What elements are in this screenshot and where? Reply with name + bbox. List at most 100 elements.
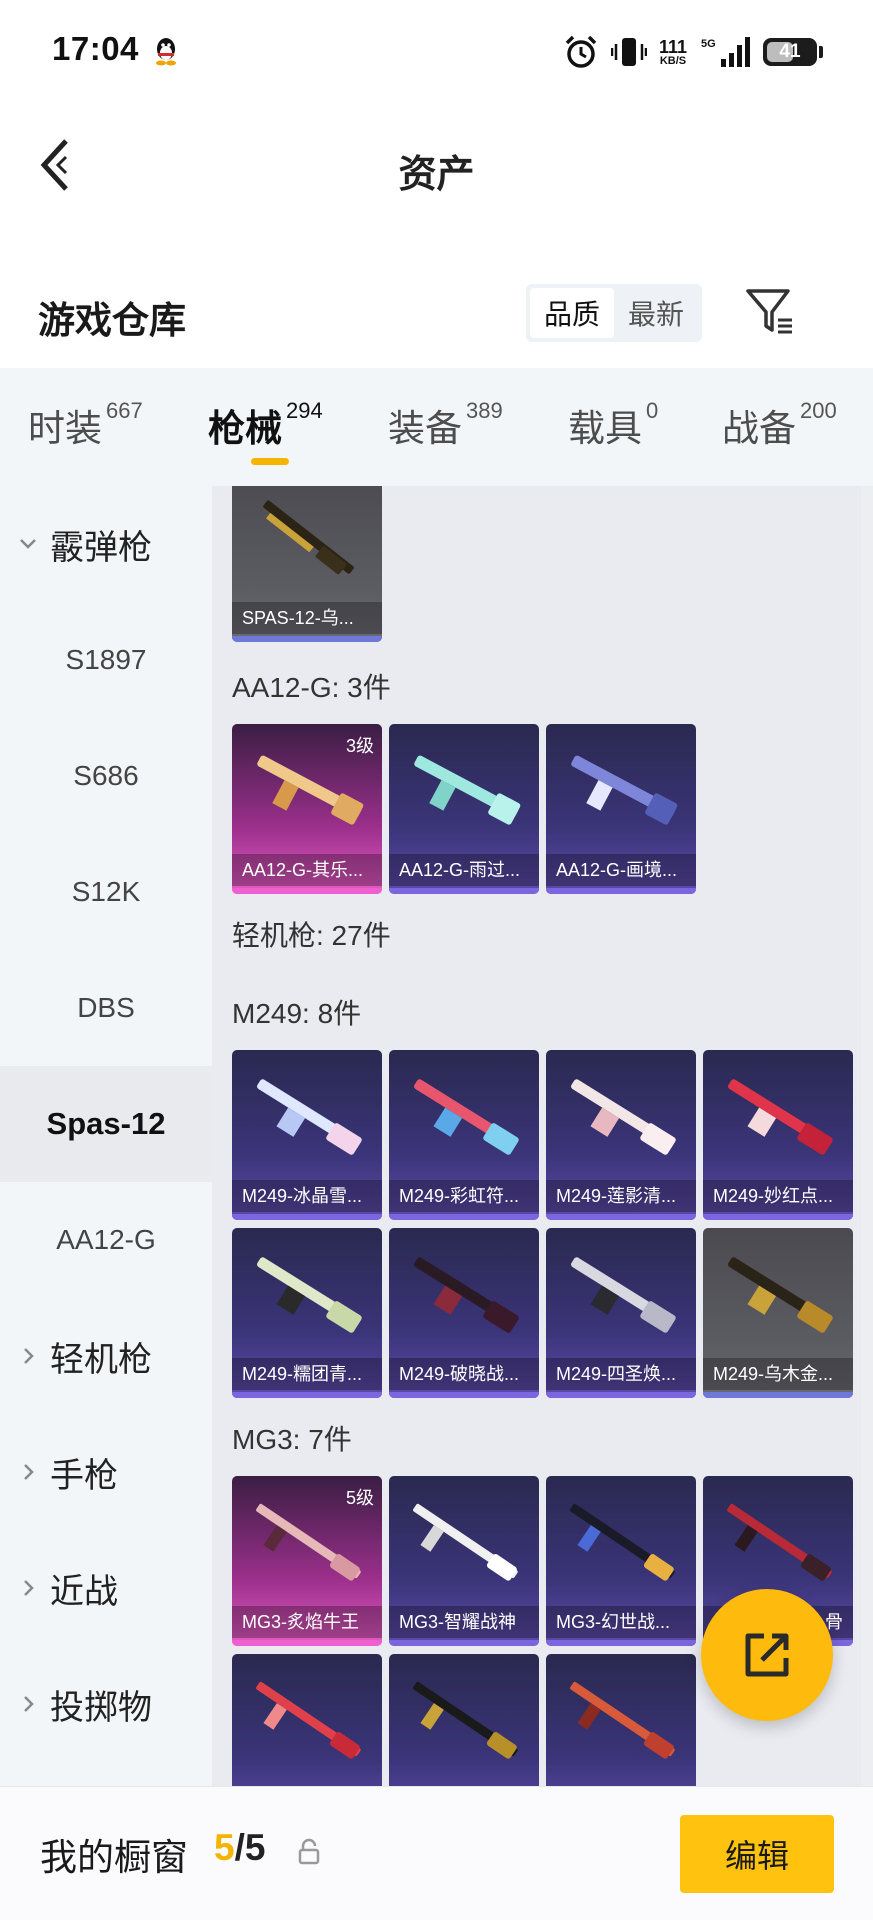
weapon-thumbnail-icon bbox=[728, 1257, 833, 1333]
tab-firearms[interactable]: 枪械 294 bbox=[208, 398, 323, 452]
weapon-thumbnail-icon bbox=[263, 500, 354, 575]
tab-count: 0 bbox=[646, 398, 659, 423]
weapon-card[interactable]: MG3-智耀战神 bbox=[389, 1476, 539, 1646]
weapon-card[interactable]: MG3-幻世战... bbox=[546, 1476, 696, 1646]
tab-war-supplies[interactable]: 战备 200 bbox=[722, 398, 837, 452]
weapon-card[interactable]: M249-莲影清... bbox=[546, 1050, 696, 1220]
category-tabs: 时装 667 枪械 294 装备 389 载具 0 战备 200 bbox=[0, 368, 873, 486]
sidebar-item-spas12[interactable]: Spas-12 bbox=[0, 1066, 212, 1182]
weapon-name: AA12-G-画境... bbox=[546, 854, 696, 886]
group-label-lmg: 轻机枪: 27件 bbox=[232, 920, 391, 951]
sidebar-group-shotgun[interactable]: 霰弹枪 bbox=[0, 486, 212, 602]
weapon-card[interactable] bbox=[389, 1654, 539, 1786]
sidebar-item-dbs[interactable]: DBS bbox=[0, 950, 212, 1066]
status-bar: 17:04 111 KB/S 5G 41 bbox=[0, 0, 873, 105]
tab-count: 667 bbox=[106, 398, 143, 423]
weapon-name: AA12-G-其乐... bbox=[232, 854, 382, 886]
battery-level: 41 bbox=[779, 41, 801, 62]
alarm-icon bbox=[565, 35, 597, 68]
tab-equipment[interactable]: 装备 389 bbox=[388, 398, 503, 452]
tab-label: 战备 bbox=[722, 408, 796, 449]
share-icon bbox=[745, 1633, 789, 1677]
tab-vehicles[interactable]: 载具 0 bbox=[568, 398, 658, 452]
weapon-card[interactable]: 5级 MG3-炙焰牛王 bbox=[232, 1476, 382, 1646]
weapon-category-sidebar: 霰弹枪 S1897 S686 S12K DBS Spas-12 AA12-G 轻… bbox=[0, 486, 212, 1786]
vibrate-icon bbox=[610, 38, 647, 66]
weapon-card[interactable]: M249-四圣焕... bbox=[546, 1228, 696, 1398]
chevron-right-icon bbox=[24, 1348, 34, 1364]
weapon-card[interactable]: M249-破晓战... bbox=[389, 1228, 539, 1398]
net-speed-value: 111 bbox=[658, 36, 687, 57]
sidebar-group-throwables[interactable]: 投掷物 bbox=[0, 1646, 212, 1762]
sidebar-item-s686[interactable]: S686 bbox=[0, 718, 212, 834]
weapon-card[interactable]: AA12-G-画境... bbox=[546, 724, 696, 894]
weapon-name: SPAS-12-乌... bbox=[232, 602, 382, 634]
weapon-thumbnail-icon bbox=[414, 1257, 519, 1333]
weapon-name: M249-乌木金... bbox=[703, 1358, 853, 1390]
warehouse-header: 游戏仓库 品质 最新 bbox=[0, 270, 873, 358]
weapon-thumbnail-icon bbox=[257, 1079, 362, 1155]
tab-count: 389 bbox=[466, 398, 503, 423]
weapon-thumbnail-icon bbox=[571, 1257, 676, 1333]
network-speed: 111 KB/S bbox=[659, 38, 687, 67]
weapon-card[interactable]: 3级 AA12-G-其乐... bbox=[232, 724, 382, 894]
weapon-card[interactable]: M249-冰晶雪... bbox=[232, 1050, 382, 1220]
sidebar-item-s1897[interactable]: S1897 bbox=[0, 602, 212, 718]
sidebar-group-label: 投掷物 bbox=[50, 1688, 152, 1727]
sidebar-item-aa12g[interactable]: AA12-G bbox=[0, 1182, 212, 1298]
weapon-thumbnail-icon bbox=[413, 1503, 518, 1581]
weapon-thumbnail-icon bbox=[728, 1079, 833, 1155]
weapon-card[interactable]: M249-妙红点... bbox=[703, 1050, 853, 1220]
weapon-thumbnail-icon bbox=[571, 1079, 676, 1155]
weapon-thumbnail-icon bbox=[727, 1503, 832, 1581]
weapon-card[interactable]: M249-彩虹符... bbox=[389, 1050, 539, 1220]
group-label-aa12g: AA12-G: 3件 bbox=[232, 672, 391, 703]
weapon-card[interactable] bbox=[546, 1654, 696, 1786]
signal-5g-icon: 5G bbox=[701, 37, 750, 67]
sidebar-group-label: 近战 bbox=[50, 1572, 118, 1611]
weapon-thumbnail-icon bbox=[413, 1681, 518, 1759]
scrollbar-track bbox=[861, 486, 873, 1786]
sidebar-group-lmg[interactable]: 轻机枪 bbox=[0, 1298, 212, 1414]
weapon-name: AA12-G-雨过... bbox=[389, 854, 539, 886]
weapon-name: M249-冰晶雪... bbox=[232, 1180, 382, 1212]
showcase-count: 5/5 bbox=[214, 1827, 265, 1869]
weapon-card[interactable]: SPAS-12-乌... bbox=[232, 486, 382, 642]
status-time: 17:04 bbox=[52, 30, 139, 67]
weapon-thumbnail-icon bbox=[570, 1503, 675, 1581]
section-title: 游戏仓库 bbox=[38, 300, 186, 341]
sort-quality-button[interactable]: 品质 bbox=[530, 288, 614, 338]
sort-latest-button[interactable]: 最新 bbox=[614, 288, 698, 338]
showcase-current: 5 bbox=[214, 1827, 235, 1868]
weapon-thumbnail-icon bbox=[414, 755, 521, 825]
sidebar-item-s12k[interactable]: S12K bbox=[0, 834, 212, 950]
sidebar-group-label: 手枪 bbox=[50, 1456, 118, 1495]
weapon-card[interactable] bbox=[232, 1654, 382, 1786]
chevron-down-icon bbox=[20, 539, 36, 549]
showcase-bar: 我的橱窗 5/5 编辑 bbox=[0, 1786, 873, 1920]
weapon-card[interactable]: AA12-G-雨过... bbox=[389, 724, 539, 894]
weapon-name: MG3-智耀战神 bbox=[389, 1606, 539, 1638]
edit-button[interactable]: 编辑 bbox=[680, 1815, 834, 1893]
tab-count: 200 bbox=[800, 398, 837, 423]
page-title: 资产 bbox=[398, 154, 475, 196]
tab-fashion[interactable]: 时装 667 bbox=[28, 398, 143, 452]
weapon-level-badge: 5级 bbox=[345, 1488, 374, 1508]
showcase-label: 我的橱窗 bbox=[40, 1837, 188, 1878]
weapon-card[interactable]: M249-乌木金... bbox=[703, 1228, 853, 1398]
sidebar-group-melee[interactable]: 近战 bbox=[0, 1530, 212, 1646]
weapon-card[interactable]: M249-糯团青... bbox=[232, 1228, 382, 1398]
share-button[interactable] bbox=[701, 1589, 833, 1721]
chevron-right-icon bbox=[24, 1580, 34, 1596]
sidebar-group-label: 霰弹枪 bbox=[50, 528, 152, 567]
filter-icon[interactable] bbox=[744, 286, 796, 338]
weapon-name: M249-糯团青... bbox=[232, 1358, 382, 1390]
tab-label: 时装 bbox=[28, 408, 102, 449]
weapon-name: M249-妙红点... bbox=[703, 1180, 853, 1212]
weapon-name: MG3-炙焰牛王 bbox=[232, 1606, 382, 1638]
battery-icon: 41 bbox=[763, 38, 817, 66]
sidebar-group-pistol[interactable]: 手枪 bbox=[0, 1414, 212, 1530]
group-label-m249: M249: 8件 bbox=[232, 998, 362, 1029]
weapon-name: MG3-幻世战... bbox=[546, 1606, 696, 1638]
chevron-right-icon bbox=[24, 1464, 34, 1480]
